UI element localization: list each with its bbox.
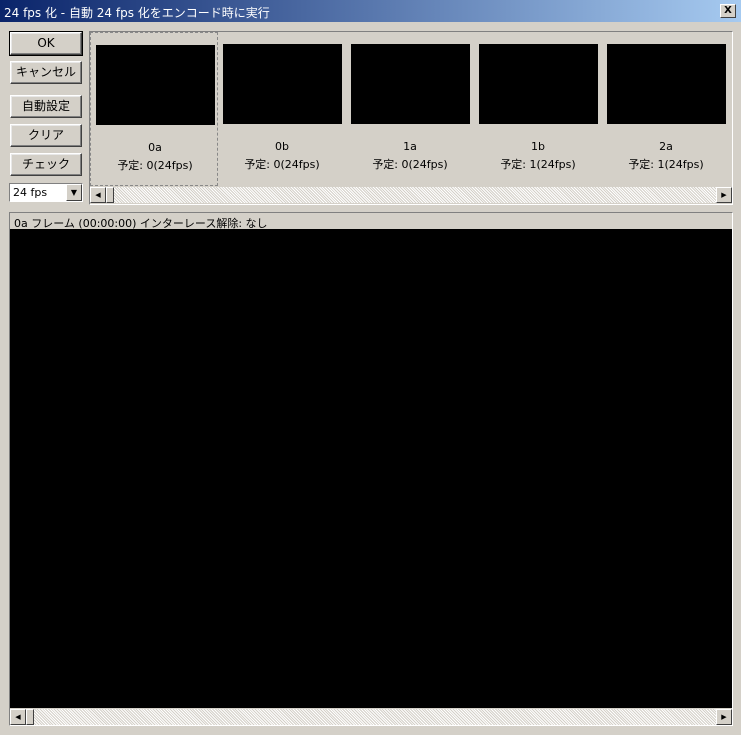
frame-thumbnail[interactable] (96, 45, 215, 125)
thumbnail-schedule: 予定: 0(24fps) (372, 158, 448, 171)
thumbnail-item[interactable]: 1b 予定: 1(24fps) (474, 32, 602, 186)
auto-settings-button[interactable]: 自動設定 (10, 95, 82, 118)
preview-scrollbar[interactable]: ◀ ▶ (10, 709, 732, 725)
thumbnail-schedule: 予定: 0(24fps) (244, 158, 320, 171)
thumbnail-item[interactable]: 2a 予定: 1(24fps) (602, 32, 730, 186)
preview-panel: 0a フレーム (00:00:00) インターレース解除: なし ◀ ▶ (9, 212, 733, 726)
frame-thumbnail[interactable] (479, 44, 598, 124)
fps-select[interactable]: 24 fps ▼ (9, 183, 83, 202)
thumbnail-item[interactable]: 0a 予定: 0(24fps) (90, 32, 218, 186)
thumbnail-schedule: 予定: 1(24fps) (628, 158, 704, 171)
scroll-right-icon[interactable]: ▶ (716, 187, 732, 203)
thumbnail-scrollbar[interactable]: ◀ ▶ (90, 187, 732, 203)
preview-screen (10, 229, 732, 708)
thumbnail-schedule: 予定: 1(24fps) (500, 158, 576, 171)
thumbnail-name: 0a (148, 141, 162, 154)
cancel-button[interactable]: キャンセル (10, 61, 82, 84)
frame-thumbnail[interactable] (351, 44, 470, 124)
thumbnail-name: 1b (531, 140, 545, 153)
check-button[interactable]: チェック (10, 153, 82, 176)
close-button[interactable]: X (720, 4, 736, 18)
title-bar: 24 fps 化 - 自動 24 fps 化をエンコード時に実行 X (0, 0, 741, 22)
thumbnail-item[interactable]: 1a 予定: 0(24fps) (346, 32, 474, 186)
scroll-left-icon[interactable]: ◀ (90, 187, 106, 203)
frame-thumbnail[interactable] (607, 44, 726, 124)
thumbnail-schedule: 予定: 0(24fps) (117, 159, 193, 172)
chevron-down-icon[interactable]: ▼ (66, 184, 82, 201)
window-title: 24 fps 化 - 自動 24 fps 化をエンコード時に実行 (4, 6, 270, 20)
scroll-right-icon[interactable]: ▶ (716, 709, 732, 725)
scrollbar-thumb[interactable] (106, 187, 114, 203)
thumbnail-item[interactable]: 0b 予定: 0(24fps) (218, 32, 346, 186)
thumbnail-name: 2a (659, 140, 673, 153)
thumbnail-name: 0b (275, 140, 289, 153)
scrollbar-thumb[interactable] (26, 709, 34, 725)
fps-select-value: 24 fps (13, 186, 48, 199)
ok-button[interactable]: OK (9, 31, 83, 56)
clear-button[interactable]: クリア (10, 124, 82, 147)
thumbnail-name: 1a (403, 140, 417, 153)
scroll-left-icon[interactable]: ◀ (10, 709, 26, 725)
thumbnail-strip: 0a 予定: 0(24fps) 0b 予定: 0(24fps) 1a 予定: 0… (89, 31, 733, 205)
frame-thumbnail[interactable] (223, 44, 342, 124)
